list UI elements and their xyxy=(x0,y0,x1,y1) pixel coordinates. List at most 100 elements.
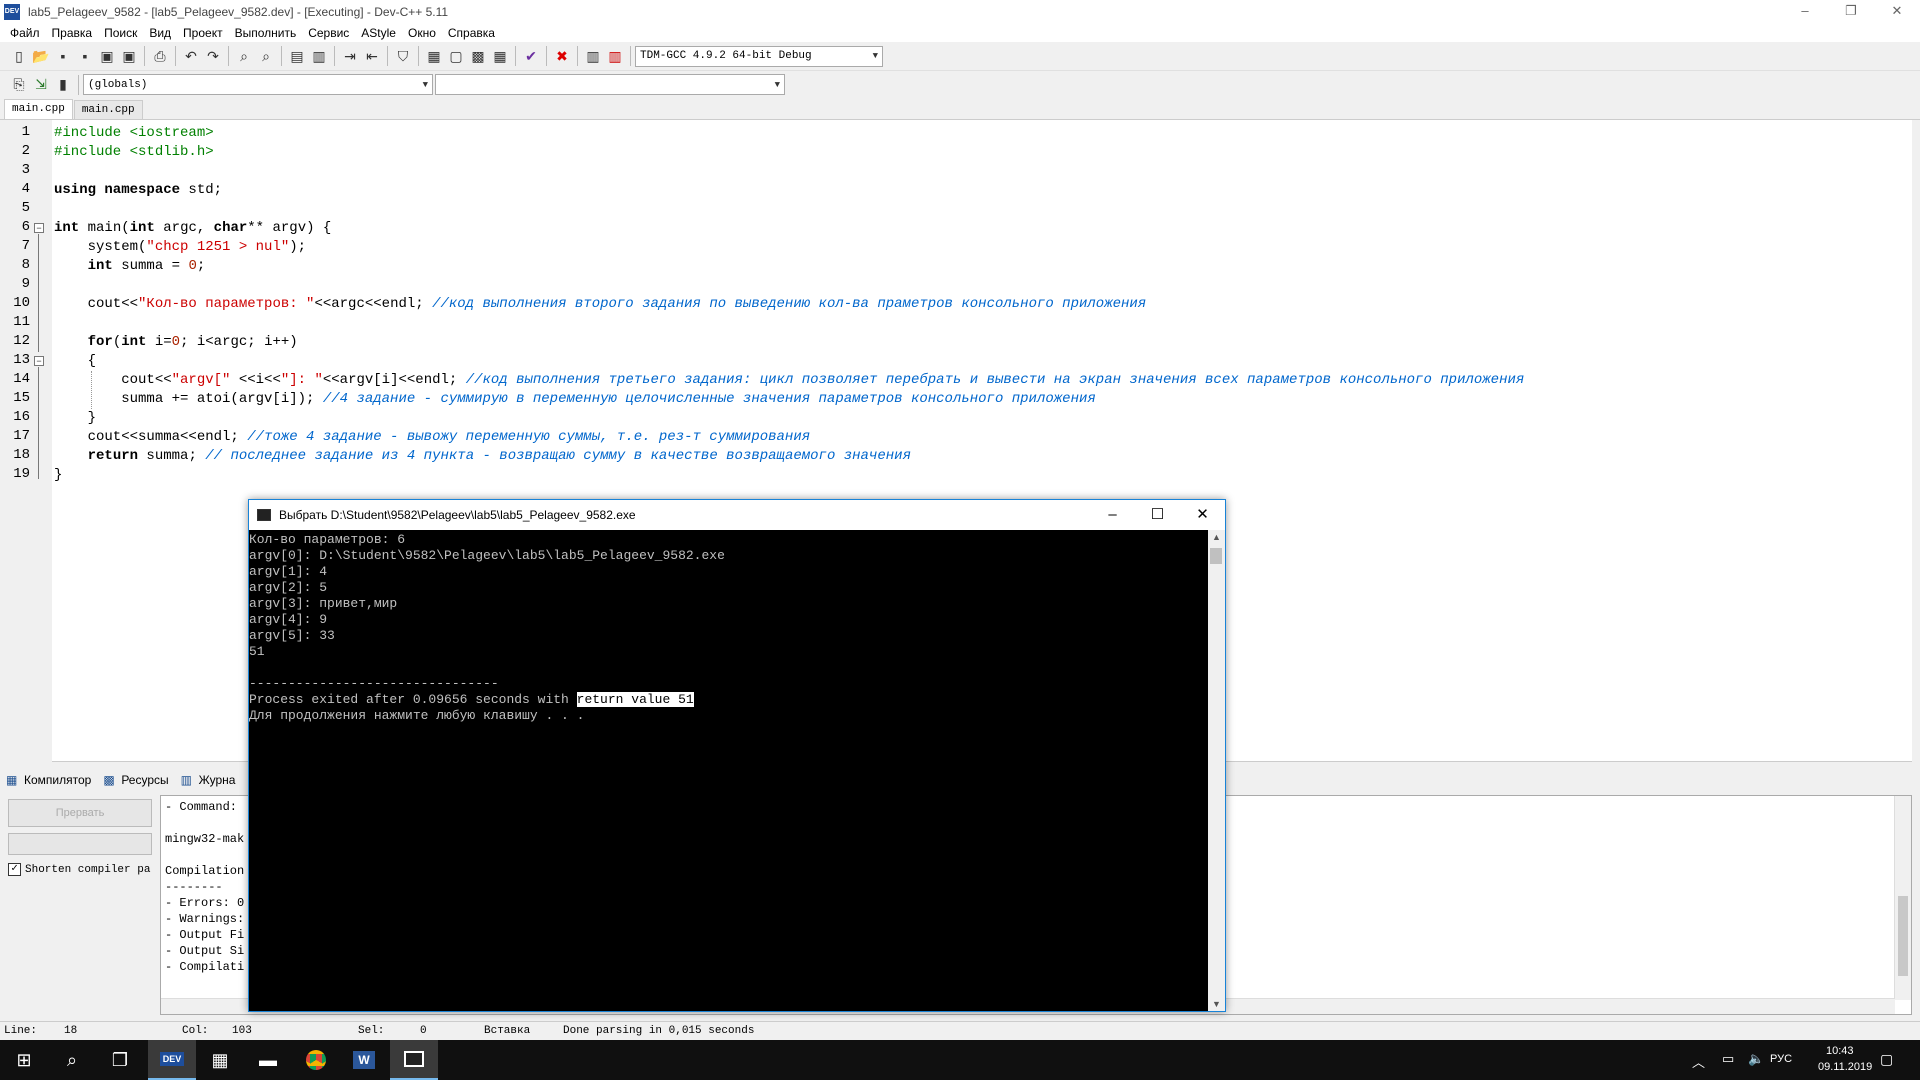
goto-icon[interactable]: ▤ xyxy=(286,45,308,67)
symbol-select[interactable]: ▼ xyxy=(435,74,785,95)
menu-tools[interactable]: Сервис xyxy=(302,26,355,40)
console-close-button[interactable]: ✕ xyxy=(1180,500,1225,530)
code-token: return xyxy=(87,448,139,464)
log-line: - Command: xyxy=(165,800,245,814)
indent-icon[interactable]: ⇥ xyxy=(339,45,361,67)
search-icon[interactable]: ⌕ xyxy=(48,1040,96,1080)
line-number: 15 xyxy=(13,390,30,406)
language-indicator[interactable]: РУС xyxy=(1770,1053,1792,1065)
start-windows-icon[interactable]: ⊞ xyxy=(0,1040,48,1080)
code-token: #include <iostream> xyxy=(54,125,214,141)
tab-compile-log[interactable]: ▥ Журна xyxy=(181,773,236,787)
editor-scrollbar[interactable] xyxy=(1912,120,1920,762)
devcpp-taskbar-icon[interactable]: DEV xyxy=(148,1040,196,1080)
code-line-13: { xyxy=(54,352,96,371)
console-taskbar-icon[interactable] xyxy=(390,1040,438,1080)
print-icon[interactable]: ⎙ xyxy=(149,45,171,67)
insert-icon[interactable]: ⎘ xyxy=(8,74,30,96)
close-file-icon[interactable]: ▣ xyxy=(96,45,118,67)
replace-icon[interactable]: ⌕ xyxy=(255,45,277,67)
code-token: main( xyxy=(79,220,130,236)
syntax-check-icon[interactable]: ✔ xyxy=(520,45,542,67)
network-icon[interactable]: ▭ xyxy=(1722,1051,1734,1067)
bookmark-icon[interactable]: ▥ xyxy=(308,45,330,67)
menu-help[interactable]: Справка xyxy=(442,26,501,40)
console-maximize-button[interactable]: ☐ xyxy=(1135,500,1180,530)
abort-button[interactable]: Прервать xyxy=(8,799,152,827)
goto-bookmark-icon[interactable]: ▮ xyxy=(52,74,74,96)
line-number: 9 xyxy=(21,276,30,292)
scroll-up-icon[interactable]: ▲ xyxy=(1208,532,1225,542)
run-icon[interactable]: ▢ xyxy=(445,45,467,67)
task-view-icon[interactable]: ❐ xyxy=(96,1040,144,1080)
tab-main-cpp[interactable]: main.cpp xyxy=(4,99,73,119)
stop-icon[interactable]: ✖ xyxy=(551,45,573,67)
toggle-bookmark-icon[interactable]: ⇲ xyxy=(30,74,52,96)
find-icon[interactable]: ⌕ xyxy=(233,45,255,67)
calculator-icon[interactable]: ▦ xyxy=(196,1040,244,1080)
line-number: 13 xyxy=(13,352,30,368)
notifications-icon[interactable]: ▢ xyxy=(1880,1051,1893,1068)
close-all-icon[interactable]: ▣ xyxy=(118,45,140,67)
compiler-select[interactable]: TDM-GCC 4.9.2 64-bit Debug ▼ xyxy=(635,45,883,67)
volume-icon[interactable]: 🔈 xyxy=(1748,1051,1764,1067)
compile-run-icon[interactable]: ▩ xyxy=(467,45,489,67)
log-vertical-scrollbar[interactable] xyxy=(1894,796,1911,1000)
title-bar: DEV lab5_Pelageev_9582 - [lab5_Pelageev_… xyxy=(0,0,1920,24)
menu-window[interactable]: Окно xyxy=(402,26,442,40)
console-title-bar[interactable]: Выбрать D:\Student\9582\Pelageev\lab5\la… xyxy=(249,500,1225,530)
delete-profile-icon[interactable]: ▥ xyxy=(604,45,626,67)
menu-execute[interactable]: Выполнить xyxy=(229,26,303,40)
new-file-icon[interactable]: ▯ xyxy=(8,45,30,67)
menu-view[interactable]: Вид xyxy=(143,26,177,40)
shorten-compiler-paths-checkbox[interactable]: ✓ Shorten compiler pa xyxy=(8,863,150,876)
fold-toggle-icon[interactable]: − xyxy=(34,223,44,233)
scroll-down-icon[interactable]: ▼ xyxy=(1208,999,1225,1009)
scope-select[interactable]: (globals) ▼ xyxy=(83,74,433,95)
scroll-thumb[interactable] xyxy=(1898,896,1908,976)
console-line: argv[1]: 4 xyxy=(249,564,328,579)
compile-icon[interactable]: ▦ xyxy=(423,45,445,67)
blank-button[interactable] xyxy=(8,833,152,855)
restore-button[interactable]: ❐ xyxy=(1828,0,1874,24)
minimize-button[interactable]: – xyxy=(1782,0,1828,24)
undo-icon[interactable]: ↶ xyxy=(180,45,202,67)
code-token: int xyxy=(129,220,155,236)
console-line: Кол-во параметров: 6 xyxy=(249,532,406,547)
save-icon[interactable]: ▪ xyxy=(52,45,74,67)
menu-file[interactable]: Файл xyxy=(4,26,46,40)
chrome-icon[interactable] xyxy=(292,1040,340,1080)
clock-time[interactable]: 10:43 xyxy=(1826,1045,1854,1057)
menu-edit[interactable]: Правка xyxy=(46,26,99,40)
word-icon[interactable]: W xyxy=(340,1040,388,1080)
menu-project[interactable]: Проект xyxy=(177,26,229,40)
menu-astyle[interactable]: AStyle xyxy=(355,26,402,40)
chevron-up-icon[interactable]: ︿ xyxy=(1692,1052,1705,1071)
code-token: using namespace xyxy=(54,182,181,198)
tab-main-cpp-2[interactable]: main.cpp xyxy=(73,100,143,119)
rebuild-icon[interactable]: ▦ xyxy=(489,45,511,67)
class-browser-icon[interactable]: ⛉ xyxy=(392,45,414,67)
code-token: "Кол-во параметров: " xyxy=(138,296,315,312)
close-button[interactable]: ✕ xyxy=(1874,0,1920,24)
code-line-15: summa += atoi(argv[i]); //4 задание - су… xyxy=(54,390,1096,409)
redo-icon[interactable]: ↷ xyxy=(202,45,224,67)
tab-compiler[interactable]: ▦ Компилятор xyxy=(6,773,91,787)
open-file-icon[interactable]: 📂 xyxy=(30,45,52,67)
fold-toggle-icon[interactable]: − xyxy=(34,356,44,366)
console-scrollbar[interactable]: ▲ ▼ xyxy=(1208,530,1225,1011)
console-minimize-button[interactable]: – xyxy=(1090,500,1135,530)
tab-resources[interactable]: ▩ Ресурсы xyxy=(103,773,168,787)
menu-search[interactable]: Поиск xyxy=(98,26,143,40)
col-value: 103 xyxy=(232,1025,252,1037)
scroll-thumb[interactable] xyxy=(1210,548,1222,564)
clock-date[interactable]: 09.11.2019 xyxy=(1818,1061,1872,1073)
console-window[interactable]: Выбрать D:\Student\9582\Pelageev\lab5\la… xyxy=(248,499,1226,1012)
save-all-icon[interactable]: ▪ xyxy=(74,45,96,67)
code-line-16: } xyxy=(54,409,96,428)
unindent-icon[interactable]: ⇤ xyxy=(361,45,383,67)
console-output[interactable]: Кол-во параметров: 6 argv[0]: D:\Student… xyxy=(249,530,1208,1011)
file-explorer-icon[interactable]: ▬ xyxy=(244,1040,292,1080)
profile-icon[interactable]: ▥ xyxy=(582,45,604,67)
